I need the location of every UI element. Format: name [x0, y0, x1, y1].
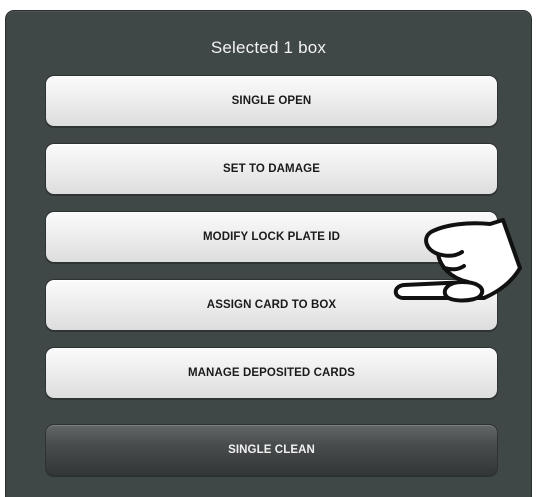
- single-clean-label: SINGLE CLEAN: [228, 444, 315, 456]
- set-to-damage-label: SET TO DAMAGE: [223, 163, 320, 175]
- manage-deposited-cards-button[interactable]: MANAGE DEPOSITED CARDS: [45, 347, 498, 399]
- assign-card-to-box-button[interactable]: ASSIGN CARD TO BOX: [45, 279, 498, 331]
- single-open-button[interactable]: SINGLE OPEN: [45, 75, 498, 127]
- dialog-title: Selected 1 box: [210, 38, 327, 57]
- modify-lock-plate-id-button[interactable]: MODIFY LOCK PLATE ID: [45, 211, 498, 263]
- single-open-label: SINGLE OPEN: [231, 95, 312, 107]
- single-clean-button[interactable]: SINGLE CLEAN: [45, 424, 498, 476]
- screen: Selected 1 box SINGLE OPEN SET TO DAMAGE…: [0, 0, 537, 497]
- assign-card-to-box-label: ASSIGN CARD TO BOX: [206, 299, 337, 311]
- set-to-damage-button[interactable]: SET TO DAMAGE: [45, 143, 498, 195]
- modify-lock-plate-id-label: MODIFY LOCK PLATE ID: [202, 231, 341, 243]
- manage-deposited-cards-label: MANAGE DEPOSITED CARDS: [187, 367, 356, 379]
